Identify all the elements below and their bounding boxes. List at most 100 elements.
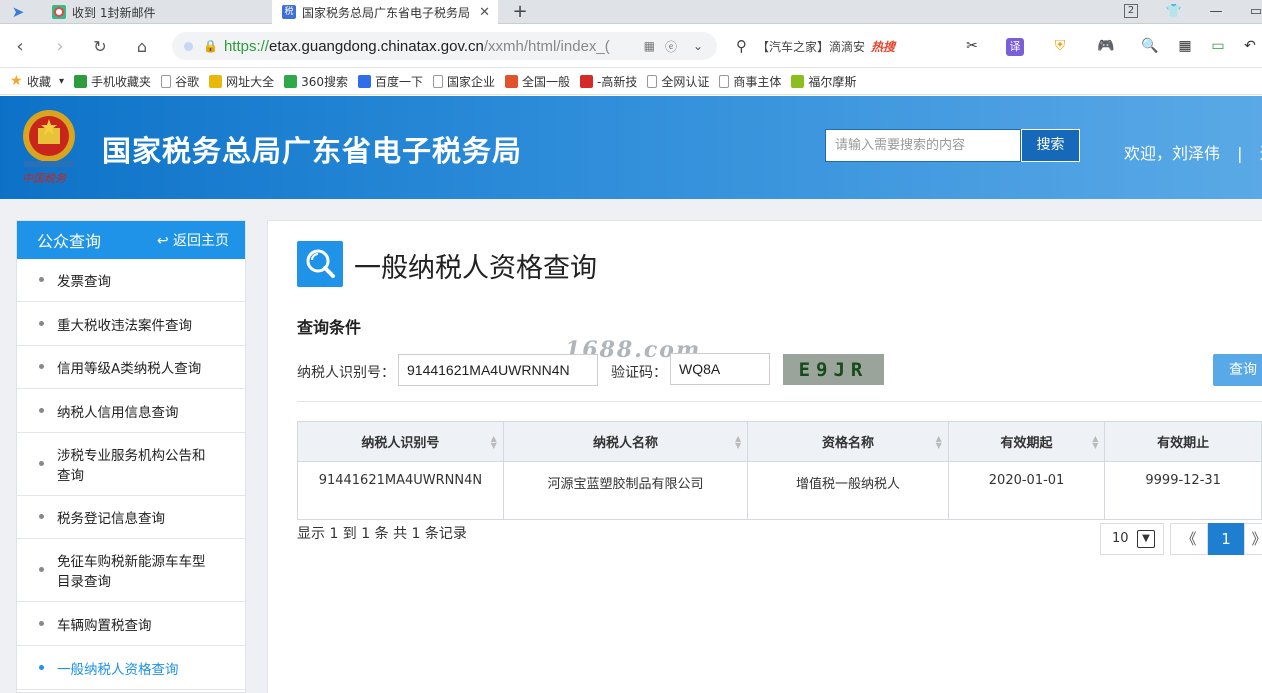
grid-apps-icon[interactable]: ▦ (1175, 38, 1195, 56)
table-cell: 河源宝蓝塑胶制品有限公司 (502, 461, 749, 520)
browser-tab-strip: ➤ 收到 1封新邮件 税 国家税务总局广东省电子税务局 ✕ + 2 👕 — ▭ (0, 0, 1262, 24)
bookmark-item[interactable]: ★ 收藏 ▾ (10, 73, 64, 90)
bookmark-label: 全国一般 (522, 74, 571, 89)
chevron-down-icon: ▼ (1137, 530, 1155, 548)
bookmark-label: 360搜索 (301, 74, 348, 89)
site-search-button[interactable]: 搜索 (1021, 129, 1080, 162)
new-tab-icon[interactable]: + (510, 3, 530, 21)
bookmarks-bar: ★ 收藏 ▾ 手机收藏夹 谷歌 网址大全 360搜索 百度一下 国家企业 全国一般 -高新技 全网认证… (0, 68, 1262, 95)
separator: | (1237, 144, 1243, 163)
chevron-down-icon[interactable]: ⌄ (693, 39, 703, 53)
tab-close-icon[interactable]: ✕ (479, 5, 490, 20)
column-header[interactable]: 纳税人识别号 ▲ ▼ (297, 421, 504, 462)
bookmark-item[interactable]: 手机收藏夹 (74, 73, 151, 90)
site-search-input[interactable]: 请输入需要搜索的内容 (825, 129, 1021, 162)
taxpayer-id-input[interactable]: 91441621MA4UWRNN4N (398, 354, 598, 386)
captcha-input[interactable]: WQ8A (670, 353, 770, 385)
sidebar-item[interactable]: 重大税收违法案件查询 (17, 302, 245, 346)
tab-etax[interactable]: 税 国家税务总局广东省电子税务局 ✕ (272, 0, 498, 24)
qr-icon[interactable]: ▦ (644, 39, 655, 53)
sidebar-item[interactable]: 免征车购税新能源车车型目录查询 (17, 539, 245, 602)
sidebar-item-label: 车辆购置税查询 (57, 617, 152, 634)
bookmark-item[interactable]: 360搜索 (284, 73, 348, 90)
sidebar-item[interactable]: 发票查询 (17, 259, 245, 302)
column-header-label: 有效期止 (1157, 436, 1210, 451)
bookmark-item[interactable]: 全国一般 (505, 73, 570, 90)
chevron-down-icon[interactable]: ▾ (59, 76, 64, 87)
undo-icon[interactable]: ↶ (1240, 38, 1260, 56)
browser-search-box[interactable]: ⚲ 【汽车之家】滴滴安 热搜 (728, 32, 940, 60)
ie-icon[interactable]: ⓔ (665, 38, 677, 55)
divider (297, 401, 1262, 402)
address-bar[interactable]: 🔒 https:// etax.guangdong.chinatax.gov.c… (172, 32, 717, 60)
site-header: 中国税务 国家税务总局广东省电子税务局 请输入需要搜索的内容 搜索 欢迎，刘泽伟… (0, 96, 1262, 199)
sidebar: 公众查询 ↩ 返回主页 发票查询 重大税收违法案件查询 信用等级A类纳税人查询 纳税人… (16, 220, 246, 693)
result-table: 纳税人识别号 ▲ ▼ 纳税人名称 ▲ ▼ 资格名称 ▲ ▼ 有效期起 ▲ ▼ 有效期止 91441621… (297, 421, 1262, 520)
translate-icon[interactable]: 译 (1006, 38, 1024, 56)
column-header[interactable]: 纳税人名称 ▲ ▼ (502, 421, 749, 462)
tab-count-badge[interactable]: 2 (1124, 4, 1138, 18)
sort-icon[interactable]: ▲ ▼ (936, 435, 942, 450)
column-header-label: 纳税人名称 (592, 436, 658, 451)
record-info: 显示 1 到 1 条 共 1 条记录 (297, 526, 467, 542)
sidebar-item[interactable]: 车辆购置税查询 (17, 602, 245, 646)
svg-text:中国税务: 中国税务 (22, 172, 67, 185)
scissors-icon[interactable]: ✂ (962, 38, 982, 56)
sidebar-item[interactable]: 信用等级A类纳税人查询 (17, 346, 245, 389)
sort-icon[interactable]: ▲ ▼ (491, 435, 497, 450)
sidebar-item[interactable]: 税务登记信息查询 (17, 496, 245, 539)
prev-page-button[interactable]: 《 (1170, 523, 1208, 555)
browser-nav-icon[interactable]: ➤ (6, 0, 30, 24)
sidebar-item[interactable]: 涉税专业服务机构公告和查询 (17, 433, 245, 496)
bookmark-item[interactable]: 全网认证 (647, 73, 709, 90)
bookmark-label: 手机收藏夹 (91, 74, 152, 89)
next-page-button[interactable]: 》 (1244, 523, 1262, 555)
table-cell: 9999-12-31 (1104, 461, 1262, 520)
url-path: /xxmh/html/index_( (483, 37, 610, 55)
back-icon[interactable]: ‹ (8, 34, 32, 58)
browser-toolbar: ‹ › ↻ ⌂ 🔒 https:// etax.guangdong.chinat… (0, 24, 1262, 68)
bookmark-item[interactable]: 百度一下 (358, 73, 423, 90)
home-icon[interactable]: ⌂ (130, 34, 154, 58)
bookmark-item[interactable]: 福尔摩斯 (791, 73, 856, 90)
back-home-link[interactable]: ↩ 返回主页 (157, 230, 229, 250)
battery-icon[interactable]: ▭ (1208, 38, 1228, 56)
tab-mail[interactable]: 收到 1封新邮件 (46, 0, 270, 24)
bookmark-label: 全网认证 (661, 74, 710, 89)
forward-icon[interactable]: › (48, 34, 72, 58)
bookmark-item[interactable]: 国家企业 (433, 73, 495, 90)
query-button[interactable]: 查询 (1213, 354, 1262, 386)
sort-icon[interactable]: ▲ ▼ (735, 435, 741, 450)
national-emblem-icon[interactable]: 中国税务 (14, 106, 84, 186)
sort-icon[interactable]: ▲ ▼ (1092, 435, 1098, 450)
sidebar-item-label: 涉税专业服务机构公告和查询 (57, 448, 206, 484)
current-page-button[interactable]: 1 (1208, 523, 1244, 555)
page-size-select[interactable]: 10 ▼ (1100, 523, 1164, 555)
mail-favicon-icon (52, 5, 66, 19)
column-header[interactable]: 资格名称 ▲ ▼ (747, 421, 949, 462)
search-icon: ⚲ (736, 37, 747, 55)
gamepad-icon[interactable]: 🎮 (1096, 38, 1116, 56)
column-header-label: 纳税人识别号 (361, 436, 440, 451)
sidebar-item[interactable]: 纳税人信用信息查询 (17, 389, 245, 433)
bookmark-item[interactable]: -高新技 (580, 73, 637, 90)
column-header[interactable]: 有效期起 ▲ ▼ (947, 421, 1106, 462)
secure-dot-icon (184, 41, 193, 51)
shield-icon[interactable]: ⛨ (1050, 38, 1070, 56)
back-home-label: 返回主页 (173, 233, 229, 249)
sidebar-item[interactable]: 一般纳税人资格查询 (17, 646, 245, 690)
maximize-icon[interactable]: ▭ (1246, 3, 1262, 21)
column-header[interactable]: 有效期止 (1104, 421, 1262, 462)
shirt-skin-icon[interactable]: 👕 (1164, 3, 1184, 21)
bookmark-item[interactable]: 商事主体 (719, 73, 781, 90)
globe-icon (209, 74, 223, 88)
magnifier-icon[interactable]: 🔍 (1140, 38, 1160, 56)
bookmark-item[interactable]: 谷歌 (161, 73, 199, 90)
reload-icon[interactable]: ↻ (88, 34, 112, 58)
page-icon (719, 74, 730, 88)
captcha-image[interactable]: E9JR (783, 354, 884, 385)
bookmark-item[interactable]: 网址大全 (209, 73, 274, 90)
minimize-icon[interactable]: — (1206, 3, 1226, 21)
page-title: 一般纳税人资格查询 (354, 253, 597, 284)
search-icon (284, 74, 298, 88)
